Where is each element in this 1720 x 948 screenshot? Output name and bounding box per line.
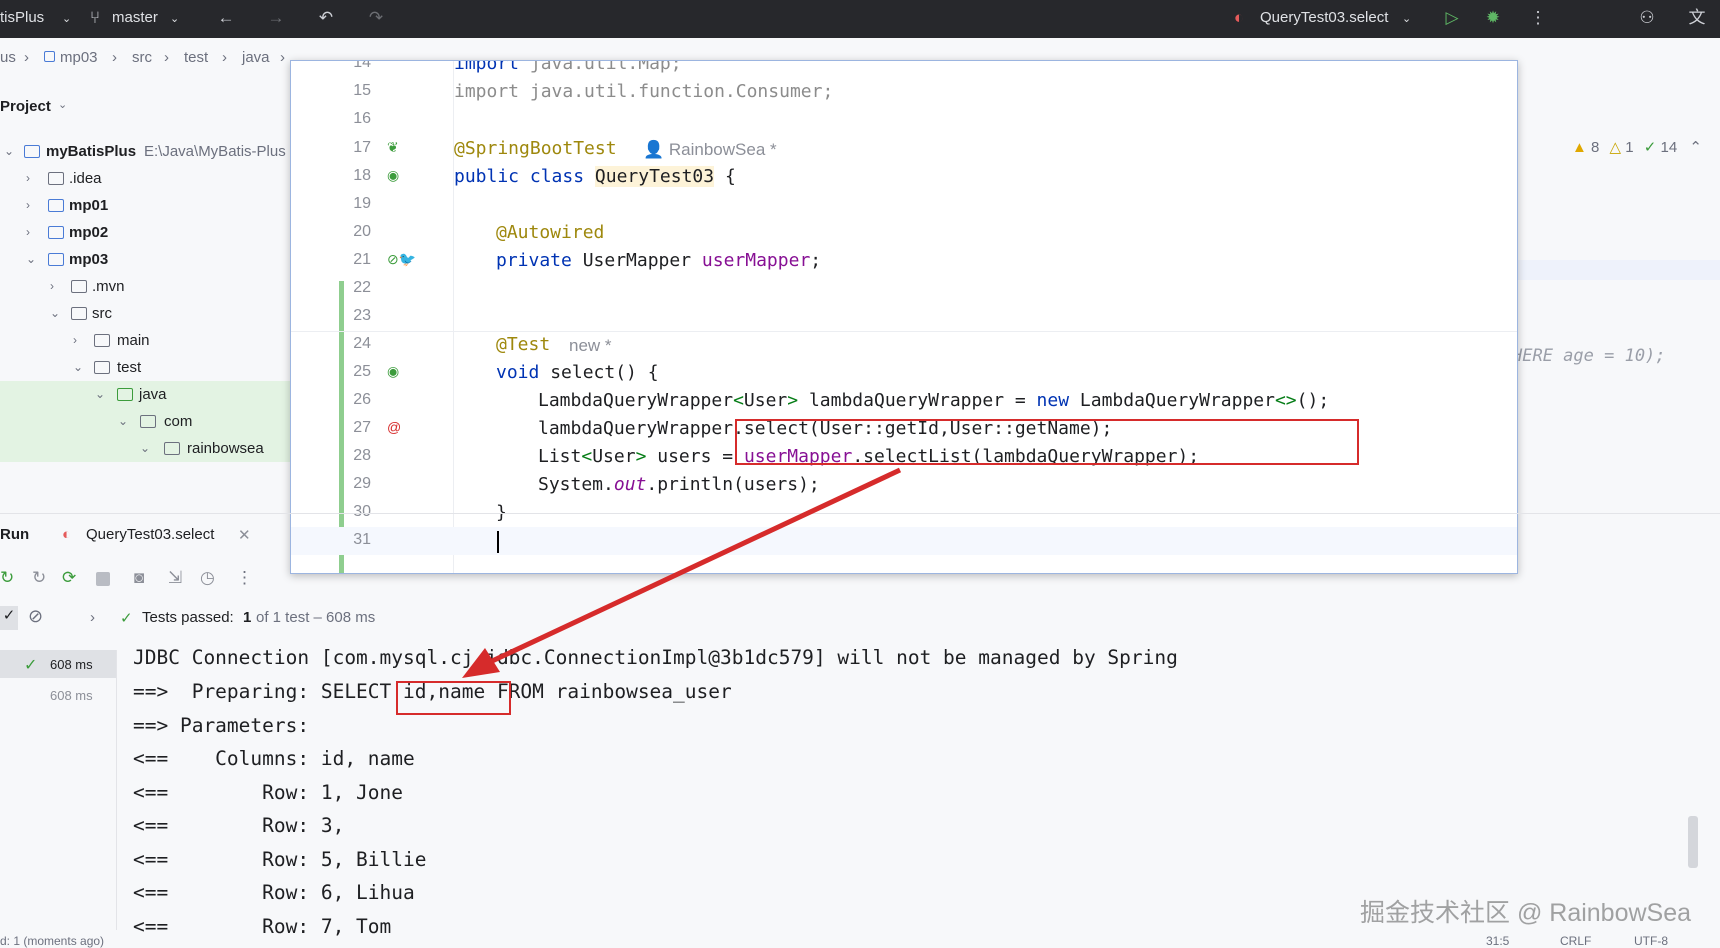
watermark: 掘金技术社区 @ RainbowSea (1360, 899, 1692, 927)
arrow-shaft (488, 467, 902, 665)
annotation-arrow (462, 467, 902, 678)
arrow-head (462, 648, 500, 678)
status-bar: d: 1 (moments ago) 31:5 CRLF UTF-8 (0, 936, 1668, 948)
